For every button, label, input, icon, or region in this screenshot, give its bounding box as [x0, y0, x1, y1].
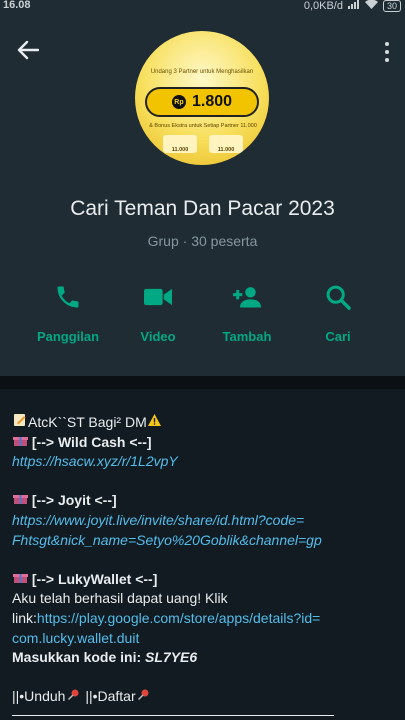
description-divider: [12, 715, 334, 716]
avatar-chip: 11.000: [209, 135, 243, 153]
group-type: Grup: [147, 233, 179, 249]
description-line: Aku telah berhasil dapat uang! Klik: [12, 590, 228, 607]
description-line: [--> LukyWallet <--]: [12, 570, 397, 590]
pushpin-icon: [65, 687, 81, 707]
video-action-button[interactable]: Video: [118, 282, 198, 344]
wifi-icon: [364, 0, 378, 12]
search-label: Cari: [325, 329, 351, 344]
link-prefix: link:: [12, 609, 37, 626]
description-blank-line: [12, 550, 397, 570]
description-intro: AtcK``ST Bagi² DM: [28, 414, 147, 430]
code-label: Masukkan kode ini:: [12, 649, 142, 666]
description-line: [--> Wild Cash <--]: [12, 433, 397, 453]
gift-icon: [12, 433, 28, 453]
status-bar: 16.08 0,0KB/d 30: [0, 0, 405, 14]
add-action-button[interactable]: Tambah: [207, 282, 287, 344]
joyit-link-continued[interactable]: Fhtsgt&nick_name=Setyo%20Goblik&channel=…: [12, 532, 322, 548]
wild-cash-link[interactable]: https://hsacw.xyz/r/1L2vpY: [12, 453, 178, 469]
status-time: 16.08: [3, 0, 31, 11]
description-line: https://www.joyit.live/invite/share/id.h…: [12, 511, 397, 531]
avatar-bonus-amount: 11.000: [240, 123, 257, 129]
call-label: Panggilan: [36, 329, 100, 344]
description-line: [--> Joyit <--]: [12, 491, 397, 511]
lucky-wallet-heading: [--> LukyWallet <--]: [31, 570, 158, 587]
warning-icon: [147, 413, 163, 433]
signal-icon: [347, 0, 360, 12]
action-bar: Panggilan Video Tambah Cari: [0, 282, 405, 352]
daftar-text: ||•Daftar: [85, 688, 136, 705]
network-speed: 0,0KB/d: [303, 0, 343, 12]
referral-code: SL7YE6: [145, 649, 198, 666]
lucky-wallet-link[interactable]: https://play.google.com/store/apps/detai…: [37, 610, 320, 626]
description-text: AtcK``ST Bagi² DM [--> Wild Cash <--] ht…: [12, 413, 397, 707]
video-camera-icon: [142, 282, 174, 312]
more-dot-icon: [385, 58, 389, 62]
search-action-button[interactable]: Cari: [298, 282, 378, 344]
wild-cash-heading: [--> Wild Cash <--]: [31, 433, 152, 450]
joyit-heading: [--> Joyit <--]: [31, 492, 117, 509]
battery-indicator: 30: [382, 0, 401, 12]
description-line: com.lucky.wallet.duit: [12, 629, 397, 649]
description-line: AtcK``ST Bagi² DM: [12, 413, 397, 433]
avatar-top-text: Undang 3 Partner untuk Menghasilkan: [150, 69, 254, 75]
group-avatar[interactable]: Undang 3 Partner untuk Menghasilkan Rp 1…: [135, 31, 269, 165]
back-button[interactable]: [14, 36, 42, 64]
separator-dot: ·: [182, 233, 192, 249]
avatar-bonus-text: & Bonus Ekstra untuk Setiap Partner 11.0…: [141, 123, 265, 129]
description-line: ||•Unduh ||•Daftar: [12, 687, 397, 707]
avatar-chips: 11.000 11.000: [163, 135, 243, 153]
lucky-wallet-link-continued[interactable]: com.lucky.wallet.duit: [12, 630, 139, 646]
description-line: link:https://play.google.com/store/apps/…: [12, 609, 397, 629]
phone-icon: [54, 282, 82, 312]
avatar-currency: Rp: [171, 95, 186, 109]
group-subtitle: Grup · 30 peserta: [0, 233, 405, 249]
add-label: Tambah: [222, 329, 272, 344]
unduh-text: ||•Unduh: [12, 688, 66, 705]
avatar-amount-pill: Rp 1.800: [145, 87, 259, 117]
gift-icon: [12, 491, 28, 511]
joyit-link[interactable]: https://www.joyit.live/invite/share/id.h…: [12, 512, 304, 528]
group-description: AtcK``ST Bagi² DM [--> Wild Cash <--] ht…: [0, 389, 405, 720]
member-count: 30 peserta: [191, 233, 258, 249]
description-line: Masukkan kode ini: SL7YE6: [12, 648, 397, 668]
avatar-chip: 11.000: [163, 135, 197, 153]
description-blank-line: [12, 668, 397, 688]
pushpin-icon: [136, 687, 152, 707]
more-dot-icon: [385, 50, 389, 54]
avatar-amount: 1.800: [191, 93, 233, 110]
search-icon: [324, 282, 352, 312]
add-person-icon: [230, 282, 264, 312]
call-action-button[interactable]: Panggilan: [28, 282, 108, 344]
avatar-bonus-label: & Bonus Ekstra untuk Setiap Partner: [149, 123, 239, 129]
description-blank-line: [12, 472, 397, 492]
more-options-button[interactable]: [377, 38, 397, 66]
memo-icon: [12, 413, 28, 433]
status-indicators: 0,0KB/d 30: [304, 0, 401, 12]
more-dot-icon: [385, 42, 389, 46]
description-line: https://hsacw.xyz/r/1L2vpY: [12, 452, 397, 472]
group-profile-header: Undang 3 Partner untuk Menghasilkan Rp 1…: [0, 14, 405, 376]
group-name: Cari Teman Dan Pacar 2023: [70, 197, 335, 220]
gift-icon: [12, 570, 28, 590]
description-line: Fhtsgt&nick_name=Setyo%20Goblik&channel=…: [12, 531, 397, 551]
back-arrow-icon: [17, 40, 39, 60]
video-label: Video: [140, 329, 176, 344]
